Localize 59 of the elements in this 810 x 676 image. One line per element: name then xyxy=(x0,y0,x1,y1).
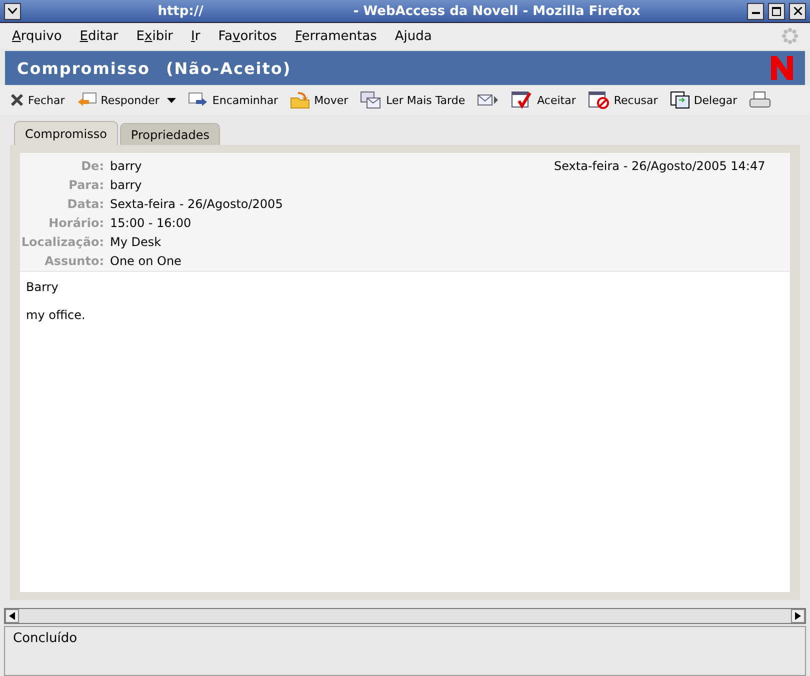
field-value: 15:00 - 16:00 xyxy=(110,216,192,230)
horizontal-scrollbar[interactable] xyxy=(4,608,806,624)
logo-icon xyxy=(771,56,793,80)
menu-item[interactable]: Exibir xyxy=(136,28,174,44)
field-label: Horário: xyxy=(48,216,104,230)
scroll-right-icon[interactable] xyxy=(795,612,801,620)
header-title: Compromisso xyxy=(17,58,150,78)
reply-icon xyxy=(76,92,97,108)
chevron-down-icon xyxy=(8,8,17,14)
throbber-icon xyxy=(782,28,798,44)
menu-item[interactable]: Ferramentas xyxy=(294,28,377,44)
window-title: - WebAccess da Novell - Mozilla Firefox xyxy=(353,4,640,18)
calendar-check-icon xyxy=(511,91,534,109)
forward-icon xyxy=(188,92,208,108)
toolbar-button[interactable]: Ler Mais Tarde xyxy=(360,91,466,109)
close-button[interactable] xyxy=(789,2,806,20)
toolbar-button[interactable]: Encaminhar xyxy=(188,92,278,108)
envelope-icon[interactable] xyxy=(477,92,500,108)
delegate-icon xyxy=(670,91,690,109)
field-label: Localização: xyxy=(20,234,104,248)
message-text: Barry xyxy=(26,280,60,294)
printer-icon[interactable] xyxy=(749,91,772,109)
toolbar-button[interactable]: Delegar xyxy=(670,91,738,109)
field-label: De: xyxy=(80,158,104,172)
scroll-left-icon[interactable] xyxy=(9,612,15,620)
field-value: One on One xyxy=(110,254,182,268)
message-text: my office. xyxy=(26,308,86,322)
toolbar-button[interactable]: Recusar xyxy=(588,91,658,109)
field-label: Assunto: xyxy=(44,254,104,268)
menu-item[interactable]: Arquivo xyxy=(12,28,62,44)
x-icon xyxy=(10,93,24,107)
toolbar-button[interactable]: Responder xyxy=(76,92,176,108)
menu-item[interactable]: Editar xyxy=(80,28,118,44)
menu-item[interactable]: Favoritos xyxy=(218,28,277,44)
tab[interactable]: Propriedades xyxy=(120,123,220,145)
sent-date: Sexta-feira - 26/Agosto/2005 14:47 xyxy=(554,158,766,172)
field-label: Para: xyxy=(68,178,104,192)
maximize-icon xyxy=(772,6,781,16)
field-value: barry xyxy=(110,178,143,192)
field-value: My Desk xyxy=(110,234,162,248)
minimize-button[interactable] xyxy=(747,2,764,20)
status-bar: Concluído xyxy=(4,626,806,676)
field-value: barry xyxy=(110,158,143,172)
tab[interactable]: Compromisso xyxy=(14,121,118,145)
close-icon xyxy=(794,7,802,15)
toolbar-button[interactable]: Fechar xyxy=(10,93,65,107)
calendar-cancel-icon xyxy=(588,91,610,109)
menu-item[interactable]: Ir xyxy=(191,28,200,44)
window-title: http:// xyxy=(158,4,204,18)
envelopes-icon xyxy=(360,91,382,109)
folder-icon xyxy=(290,91,310,109)
header-status: (Não-Aceito) xyxy=(166,58,292,78)
toolbar-button[interactable]: Mover xyxy=(290,91,348,109)
field-value: Sexta-feira - 26/Agosto/2005 xyxy=(110,196,284,210)
window-menu-button[interactable] xyxy=(4,2,21,20)
field-label: Data: xyxy=(66,196,104,210)
toolbar-button[interactable]: Aceitar xyxy=(511,91,576,109)
menu-item[interactable]: Ajuda xyxy=(394,28,432,44)
maximize-button[interactable] xyxy=(768,2,785,20)
